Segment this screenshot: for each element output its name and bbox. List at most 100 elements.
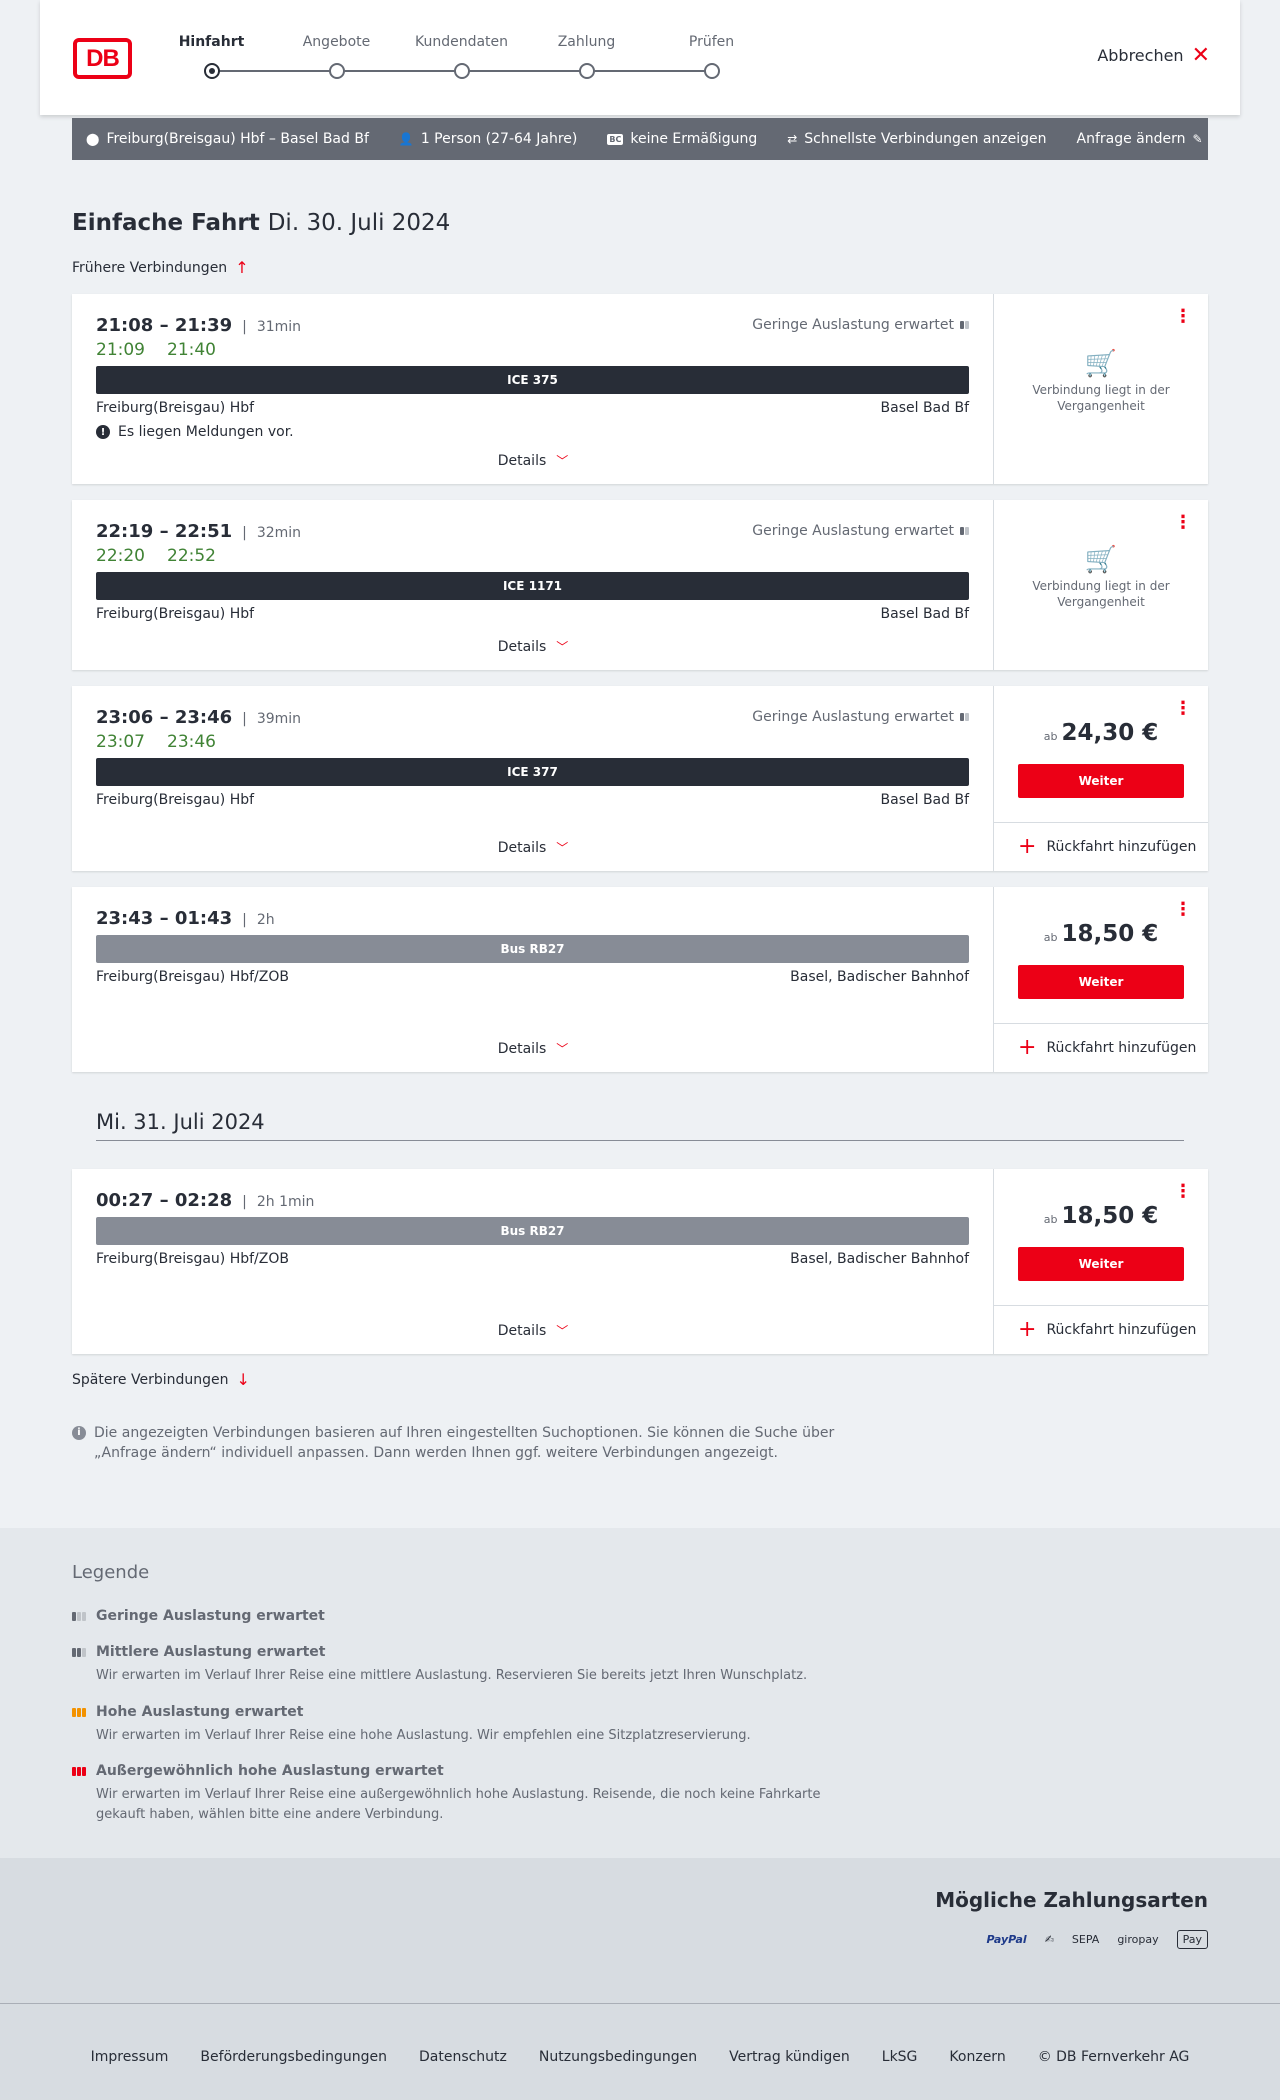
occupancy-indicator: Geringe Auslastung erwartet xyxy=(752,523,969,539)
add-return-trip-button[interactable]: + Rückfahrt hinzufügen xyxy=(994,1305,1208,1354)
details-toggle[interactable]: Details ﹀ xyxy=(72,839,994,856)
add-return-trip-button[interactable]: + Rückfahrt hinzufügen xyxy=(994,822,1208,871)
chevron-down-icon: ﹀ xyxy=(556,1042,569,1056)
sepa-icon: SEPA xyxy=(1071,1933,1100,1946)
details-toggle[interactable]: Details ﹀ xyxy=(72,1040,994,1057)
arrow-up-icon: ↑ xyxy=(235,258,249,277)
details-toggle[interactable]: Details ﹀ xyxy=(72,452,994,469)
continue-button[interactable]: Weiter xyxy=(1018,965,1184,999)
offer-area: ⋮ 🛒 Verbindung liegt in der Vergangenhei… xyxy=(994,294,1208,484)
footer-link-lksg[interactable]: LkSG xyxy=(882,2049,918,2065)
footer-link-konzern[interactable]: Konzern xyxy=(949,2049,1005,2065)
step-dot xyxy=(454,63,470,79)
connection-card[interactable]: 00:27 – 02:28 | 2h 1min Bus RB27 Freiburg(… xyxy=(72,1169,1208,1354)
occupancy-high-icon xyxy=(72,1707,88,1717)
offer-area: ⋮ ab 18,50 € Weiter + Rückfahrt hinzufügen xyxy=(994,887,1208,1072)
past-connection-note: 🛒 Verbindung liegt in der Vergangenheit xyxy=(994,349,1208,414)
pencil-icon: ✎ xyxy=(1192,132,1203,146)
connection-card[interactable]: 22:19 – 22:51 | 32min 22:20 22:52 Geringe A… xyxy=(72,500,1208,670)
occupancy-indicator: Geringe Auslastung erwartet xyxy=(752,709,969,725)
occupancy-low-icon xyxy=(960,321,969,329)
realtime-times: 23:07 23:46 xyxy=(96,732,216,752)
payment-icons: PayPal ✍ SEPA giropay Pay xyxy=(987,1930,1208,1949)
step-pruefen: Prüfen xyxy=(649,34,774,79)
connection-card[interactable]: 21:08 – 21:39 | 31min 21:09 21:40 Geringe A… xyxy=(72,294,1208,484)
realtime-times: 22:20 22:52 xyxy=(96,546,216,566)
direct-debit-signature-icon: ✍ xyxy=(1044,1933,1054,1946)
legend-item-medium: Mittlere Auslastung erwartet Wir erwarte… xyxy=(72,1644,872,1686)
travelers-summary: 👤 1 Person (27-64 Jahre) xyxy=(398,131,578,147)
later-connections-link[interactable]: Spätere Verbindungen ↓ xyxy=(72,1370,250,1389)
step-dot xyxy=(579,63,595,79)
add-return-trip-button[interactable]: + Rückfahrt hinzufügen xyxy=(994,1023,1208,1072)
step-zahlung: Zahlung xyxy=(524,34,649,79)
payment-methods-section: Mögliche Zahlungsarten PayPal ✍ SEPA gir… xyxy=(0,1858,1280,2003)
occupancy-indicator: Geringe Auslastung erwartet xyxy=(752,317,969,333)
db-logo[interactable]: DB xyxy=(73,38,132,79)
arrival-station: Basel, Badischer Bahnhof xyxy=(790,969,969,985)
continue-button[interactable]: Weiter xyxy=(1018,1247,1184,1281)
more-options-icon[interactable]: ⋮ xyxy=(1174,308,1192,326)
payment-title: Mögliche Zahlungsarten xyxy=(935,1888,1208,1912)
chevron-down-icon: ﹀ xyxy=(556,841,569,855)
occupancy-medium-icon xyxy=(72,1647,88,1657)
realtime-times: 21:09 21:40 xyxy=(96,340,216,360)
earlier-connections-link[interactable]: Frühere Verbindungen ↑ xyxy=(72,258,249,277)
legend-section: Legende Geringe Auslastung erwartet Mitt… xyxy=(0,1528,1280,1858)
footer-link-befoerderungsbedingungen[interactable]: Beförderungsbedingungen xyxy=(200,2049,387,2065)
more-options-icon[interactable]: ⋮ xyxy=(1174,1183,1192,1201)
bus-bar: Bus RB27 xyxy=(96,1217,969,1245)
legend-item-very-high: Außergewöhnlich hohe Auslastung erwartet… xyxy=(72,1763,872,1825)
chevron-down-icon: ﹀ xyxy=(556,640,569,654)
connection-card[interactable]: 23:43 – 01:43 | 2h Bus RB27 Freiburg(Breis… xyxy=(72,887,1208,1072)
step-hinfahrt[interactable]: Hinfahrt xyxy=(149,34,274,79)
footer-link-impressum[interactable]: Impressum xyxy=(91,2049,169,2065)
train-bar: ICE 375 xyxy=(96,366,969,394)
fastest-connections-toggle[interactable]: ⇄ Schnellste Verbindungen anzeigen xyxy=(787,131,1046,147)
bus-bar: Bus RB27 xyxy=(96,935,969,963)
train-bar: ICE 1171 xyxy=(96,572,969,600)
footer-link-nutzungsbedingungen[interactable]: Nutzungsbedingungen xyxy=(539,2049,697,2065)
chevron-down-icon: ﹀ xyxy=(556,454,569,468)
step-dot-active xyxy=(204,63,220,79)
arrival-station: Basel Bad Bf xyxy=(880,606,969,622)
swap-arrows-icon: ⇄ xyxy=(787,132,798,146)
connection-card[interactable]: 23:06 – 23:46 | 39min 23:07 23:46 Geringe A… xyxy=(72,686,1208,871)
connection-times: 23:43 – 01:43 | 2h xyxy=(96,908,275,929)
connection-info: 21:08 – 21:39 | 31min 21:09 21:40 Geringe A… xyxy=(72,294,994,484)
disruption-message: ! Es liegen Meldungen vor. xyxy=(96,424,294,440)
legend-item-high: Hohe Auslastung erwartet Wir erwarten im… xyxy=(72,1704,872,1746)
step-dot xyxy=(329,63,345,79)
plus-icon: + xyxy=(1018,1317,1037,1342)
person-icon: 👤 xyxy=(398,132,414,146)
connection-times: 21:08 – 21:39 | 31min xyxy=(96,315,302,336)
apple-pay-icon: Pay xyxy=(1176,1930,1208,1949)
departure-station: Freiburg(Breisgau) Hbf xyxy=(96,606,255,622)
chevron-down-icon: ﹀ xyxy=(556,1324,569,1338)
footer-link-datenschutz[interactable]: Datenschutz xyxy=(419,2049,507,2065)
info-icon: i xyxy=(72,1426,86,1440)
bahncard-icon: BC xyxy=(607,133,624,145)
train-bar: ICE 377 xyxy=(96,758,969,786)
footer-link-vertrag-kuendigen[interactable]: Vertrag kündigen xyxy=(729,2049,850,2065)
connection-info: 22:19 – 22:51 | 32min 22:20 22:52 Geringe A… xyxy=(72,500,994,670)
offer-area: ⋮ ab 18,50 € Weiter + Rückfahrt hinzufügen xyxy=(994,1169,1208,1354)
price: ab 24,30 € xyxy=(1043,720,1159,746)
cart-crossed-icon: 🛒 xyxy=(1084,349,1118,379)
more-options-icon[interactable]: ⋮ xyxy=(1174,700,1192,718)
departure-station: Freiburg(Breisgau) Hbf xyxy=(96,792,255,808)
footer-links: Impressum Beförderungsbedingungen Datens… xyxy=(0,2049,1280,2065)
arrival-station: Basel, Badischer Bahnhof xyxy=(790,1251,969,1267)
past-connection-note: 🛒 Verbindung liegt in der Vergangenheit xyxy=(994,547,1208,610)
change-request-button[interactable]: Anfrage ändern ✎ xyxy=(1077,131,1203,147)
footer: Impressum Beförderungsbedingungen Datens… xyxy=(0,2003,1280,2100)
continue-button[interactable]: Weiter xyxy=(1018,764,1184,798)
details-toggle[interactable]: Details ﹀ xyxy=(72,1322,994,1339)
offer-area: ⋮ ab 24,30 € Weiter + Rückfahrt hinzufügen xyxy=(994,686,1208,871)
cancel-button[interactable]: Abbrechen ✕ xyxy=(1097,44,1210,66)
more-options-icon[interactable]: ⋮ xyxy=(1174,901,1192,919)
more-options-icon[interactable]: ⋮ xyxy=(1174,514,1192,532)
occupancy-low-icon xyxy=(72,1611,88,1621)
details-toggle[interactable]: Details ﹀ xyxy=(72,638,994,655)
header: DB Hinfahrt Angebote Kundendaten Zahlung… xyxy=(40,0,1240,115)
